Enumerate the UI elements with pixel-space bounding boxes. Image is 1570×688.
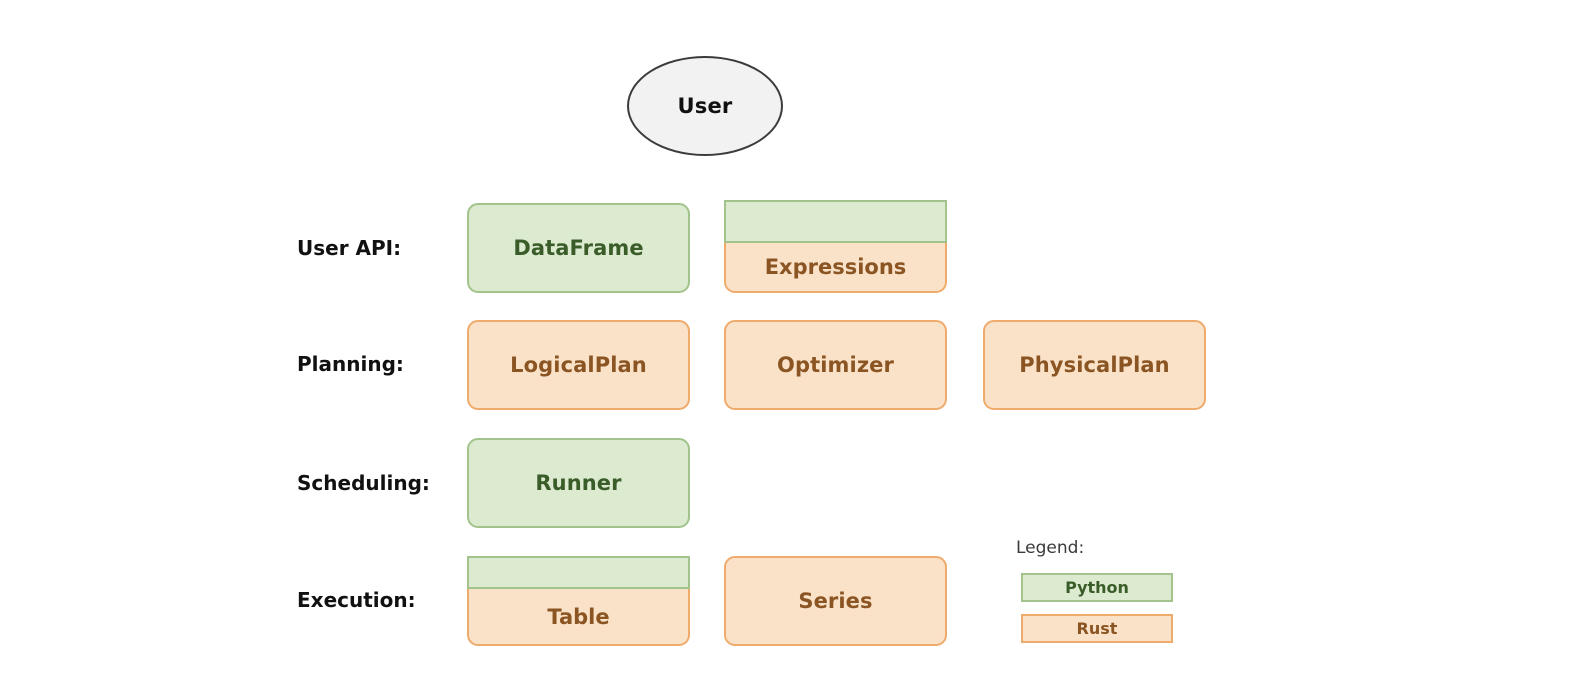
node-series-label: Series xyxy=(798,589,873,613)
legend-item-python[interactable]: Python xyxy=(1021,573,1173,602)
node-table-rust-body: Table xyxy=(467,589,690,646)
legend-title: Legend: xyxy=(1016,538,1085,558)
node-runner-label: Runner xyxy=(535,471,622,495)
node-user-label: User xyxy=(677,94,733,118)
node-expressions-rust-body: Expressions xyxy=(724,243,947,293)
node-expressions-label: Expressions xyxy=(764,255,907,279)
row-label-execution: Execution: xyxy=(297,588,416,612)
node-logicalplan-label: LogicalPlan xyxy=(510,353,647,377)
row-label-scheduling: Scheduling: xyxy=(297,471,430,495)
node-table-label: Table xyxy=(547,604,610,629)
node-optimizer-label: Optimizer xyxy=(777,353,894,377)
node-expressions-python-band xyxy=(724,200,947,243)
legend-item-python-label: Python xyxy=(1065,578,1129,597)
node-optimizer[interactable]: Optimizer xyxy=(724,320,947,410)
node-table-python-band xyxy=(467,556,690,589)
node-series[interactable]: Series xyxy=(724,556,947,646)
node-user[interactable]: User xyxy=(627,56,783,156)
legend-item-rust[interactable]: Rust xyxy=(1021,614,1173,643)
node-physicalplan[interactable]: PhysicalPlan xyxy=(983,320,1206,410)
row-label-planning: Planning: xyxy=(297,352,404,376)
architecture-diagram: User User API: DataFrame Expressions Pla… xyxy=(0,0,1570,688)
legend-item-rust-label: Rust xyxy=(1076,619,1118,638)
node-expressions[interactable]: Expressions xyxy=(724,200,947,293)
row-label-user-api: User API: xyxy=(297,236,402,260)
node-physicalplan-label: PhysicalPlan xyxy=(1019,353,1170,377)
node-logicalplan[interactable]: LogicalPlan xyxy=(467,320,690,410)
node-runner[interactable]: Runner xyxy=(467,438,690,528)
node-table[interactable]: Table xyxy=(467,556,690,646)
node-dataframe[interactable]: DataFrame xyxy=(467,203,690,293)
node-dataframe-label: DataFrame xyxy=(513,236,644,260)
